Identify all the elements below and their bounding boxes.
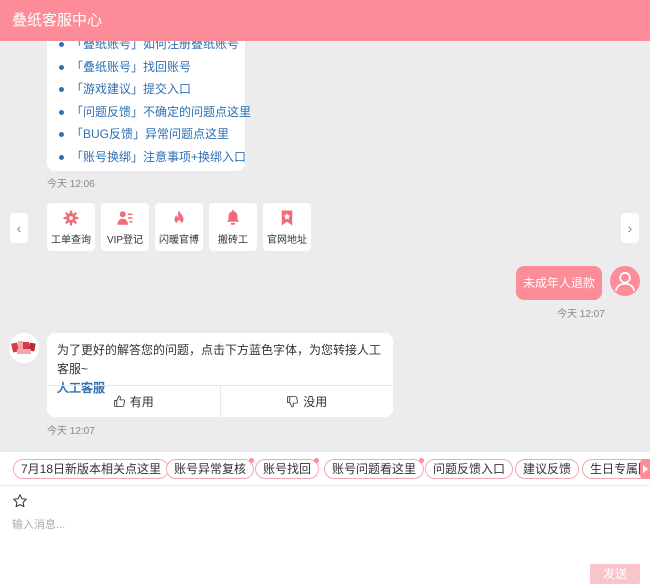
chip-label: 问题反馈入口 bbox=[433, 462, 506, 476]
menu-link-register[interactable]: 「叠纸账号」如何注册叠纸账号 bbox=[57, 41, 239, 56]
chip-label: 账号异常复核 bbox=[174, 462, 247, 476]
unhelpful-button[interactable]: 没用 bbox=[219, 386, 394, 417]
menu-bubble: 「叠纸账号」如何注册叠纸账号 「叠纸账号」找回账号 「游戏建议」提交入口 「问题… bbox=[47, 41, 251, 171]
quick-action-ticket[interactable]: 工单查询 bbox=[47, 203, 95, 251]
chip-new-version[interactable]: 7月18日新版本相关点这里 bbox=[13, 459, 170, 479]
feedback-bar: 有用 没用 bbox=[47, 385, 393, 417]
chip-label: 账号找回 bbox=[263, 462, 312, 476]
flame-icon bbox=[174, 210, 184, 225]
bot-message-timestamp: 今天 12:07 bbox=[47, 426, 95, 437]
header-bar: 叠纸客服中心 bbox=[0, 0, 650, 41]
user-avatar-icon bbox=[614, 272, 636, 291]
menu-link-bug[interactable]: 「BUG反馈」异常问题点这里 bbox=[57, 123, 237, 146]
menu-timestamp: 今天 12:06 bbox=[47, 179, 95, 190]
thumbs-up-icon bbox=[113, 395, 125, 407]
bot-message-text: 为了更好的解答您的问题，点击下方蓝色字体，为您转接人工客服~ bbox=[57, 343, 382, 376]
bot-logo-icon bbox=[11, 341, 36, 354]
quick-reply-bar: 7月18日新版本相关点这里 账号异常复核 账号找回 账号问题看这里 问题反馈入口… bbox=[0, 452, 650, 486]
chip-label: 账号问题看这里 bbox=[332, 462, 417, 476]
helpful-button[interactable]: 有用 bbox=[47, 386, 220, 417]
page-title: 叠纸客服中心 bbox=[12, 12, 103, 29]
chip-label: 建议反馈 bbox=[523, 462, 572, 476]
quick-action-label: VIP登记 bbox=[106, 234, 144, 246]
quick-action-label: 工单查询 bbox=[51, 234, 91, 246]
user-avatar bbox=[610, 266, 640, 296]
chip-suggestion[interactable]: 建议反馈 bbox=[515, 459, 580, 479]
star-icon[interactable] bbox=[12, 493, 28, 509]
chip-account-review[interactable]: 账号异常复核 bbox=[166, 458, 255, 479]
unhelpful-label: 没用 bbox=[303, 395, 328, 409]
bot-message-body: 为了更好的解答您的问题，点击下方蓝色字体，为您转接人工客服~ 人工客服 bbox=[47, 333, 393, 395]
quick-action-label: 官网地址 bbox=[267, 234, 307, 246]
user-message-bubble: 未成年人退款 bbox=[516, 266, 602, 300]
new-dot bbox=[249, 458, 255, 463]
composer: 发送 bbox=[0, 486, 650, 586]
menu-link-rebind[interactable]: 「账号换绑」注意事项+换绑入口 bbox=[57, 146, 246, 169]
carousel-next-button[interactable]: › bbox=[621, 213, 639, 243]
menu-link-recover[interactable]: 「叠纸账号」找回账号 bbox=[57, 56, 237, 79]
chevron-left-icon: ‹ bbox=[16, 220, 22, 236]
quick-action-worker[interactable]: 搬砖工 bbox=[209, 203, 257, 251]
menu-link-feedback[interactable]: 「问题反馈」不确定的问题点这里 bbox=[57, 101, 251, 124]
chips-scroll-right-button[interactable] bbox=[640, 459, 650, 479]
menu-link-suggestion[interactable]: 「游戏建议」提交入口 bbox=[57, 78, 237, 101]
quick-action-vip[interactable]: VIP登记 bbox=[101, 203, 149, 251]
bell-icon bbox=[227, 209, 239, 225]
message-input[interactable] bbox=[12, 515, 572, 535]
helpful-label: 有用 bbox=[129, 395, 154, 409]
carousel-prev-button[interactable]: ‹ bbox=[10, 213, 28, 243]
new-dot bbox=[314, 458, 320, 463]
user-message-timestamp: 今天 12:07 bbox=[557, 309, 605, 320]
quick-action-weibo[interactable]: 闪暖官博 bbox=[155, 203, 203, 251]
chevron-right-icon: › bbox=[627, 220, 633, 236]
menu-list: 「叠纸账号」如何注册叠纸账号 「叠纸账号」找回账号 「游戏建议」提交入口 「问题… bbox=[57, 41, 251, 169]
bookmark-star-icon bbox=[281, 210, 293, 225]
user-message-text: 未成年人退款 bbox=[522, 276, 595, 290]
send-button[interactable]: 发送 bbox=[590, 564, 640, 584]
chip-label: 7月18日新版本相关点这里 bbox=[21, 462, 162, 476]
chat-area[interactable]: 「叠纸账号」如何注册叠纸账号 「叠纸账号」找回账号 「游戏建议」提交入口 「问题… bbox=[0, 41, 650, 452]
chip-feedback-entry[interactable]: 问题反馈入口 bbox=[425, 459, 514, 479]
bot-message-bubble: 为了更好的解答您的问题，点击下方蓝色字体，为您转接人工客服~ 人工客服 有用 没… bbox=[47, 333, 393, 417]
bot-avatar bbox=[9, 333, 39, 363]
chip-account-issues[interactable]: 账号问题看这里 bbox=[324, 458, 425, 479]
gear-icon bbox=[63, 210, 79, 225]
quick-action-website[interactable]: 官网地址 bbox=[263, 203, 311, 251]
quick-action-label: 闪暖官博 bbox=[159, 234, 199, 246]
chip-account-recover[interactable]: 账号找回 bbox=[255, 458, 320, 479]
thumbs-down-icon bbox=[287, 396, 299, 408]
vip-user-icon bbox=[117, 210, 133, 225]
quick-action-label: 搬砖工 bbox=[218, 234, 248, 246]
new-dot bbox=[419, 458, 425, 463]
